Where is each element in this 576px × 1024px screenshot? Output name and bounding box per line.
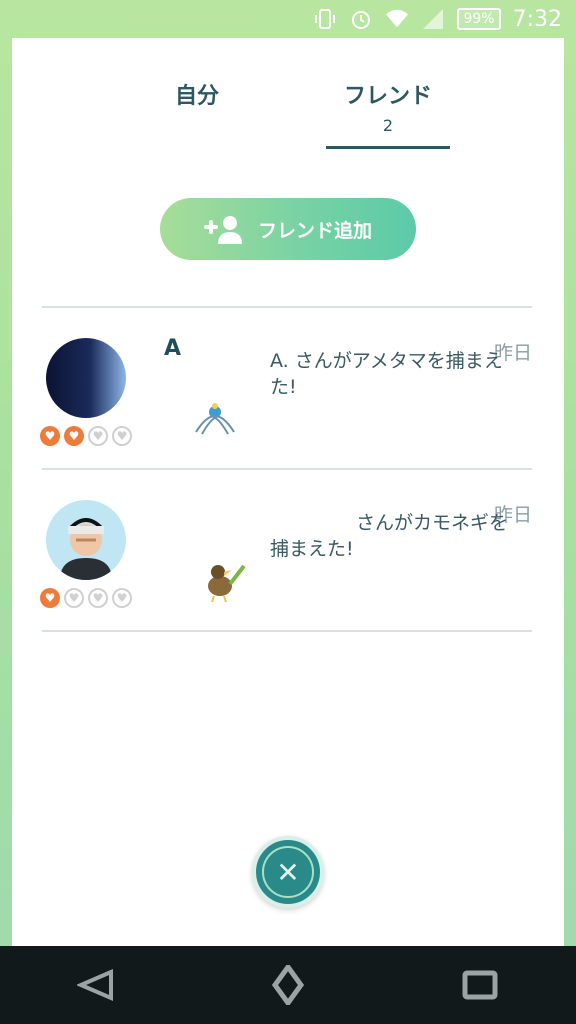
close-icon: ✕ bbox=[262, 846, 314, 898]
avatar bbox=[46, 338, 126, 418]
heart-empty-icon: ♥ bbox=[88, 426, 108, 446]
wifi-icon bbox=[385, 7, 409, 31]
friend-count: 2 bbox=[382, 116, 394, 135]
heart-empty-icon: ♥ bbox=[112, 426, 132, 446]
active-tab-indicator bbox=[326, 146, 450, 149]
add-friend-label: フレンド追加 bbox=[257, 219, 372, 242]
amemata-icon bbox=[195, 403, 235, 435]
add-friend-button[interactable]: フレンド追加 bbox=[160, 198, 416, 260]
android-nav-bar bbox=[0, 946, 576, 1024]
divider bbox=[42, 630, 532, 632]
avatar bbox=[46, 500, 126, 580]
friendship-hearts: ♥ ♥ ♥ ♥ bbox=[40, 426, 132, 446]
status-bar: 99% 7:32 bbox=[0, 0, 576, 38]
recents-icon[interactable] bbox=[459, 964, 501, 1006]
tab-self-label: 自分 bbox=[174, 84, 219, 109]
feed-message: さんがカモネギを捕まえた! bbox=[270, 512, 509, 560]
alarm-icon bbox=[349, 7, 373, 31]
friend-feed-item[interactable]: ♥ ♥ ♥ ♥ A 昨日 A. さんがアメタマを捕まえた! bbox=[12, 308, 564, 468]
home-icon[interactable] bbox=[267, 964, 309, 1006]
friend-feed-item[interactable]: ♥ ♥ ♥ ♥ 昨日 さんがカモネギを捕まえた! bbox=[12, 470, 564, 630]
clock: 7:32 bbox=[512, 6, 562, 32]
heart-full-icon: ♥ bbox=[40, 588, 60, 608]
close-button[interactable]: ✕ bbox=[252, 836, 324, 908]
tab-friends-label: フレンド bbox=[343, 84, 432, 109]
add-person-icon bbox=[203, 216, 242, 244]
battery-indicator: 99% bbox=[457, 8, 501, 30]
tab-friends[interactable]: フレンド 2 bbox=[326, 78, 450, 135]
back-icon[interactable] bbox=[75, 964, 117, 1006]
friendship-hearts: ♥ ♥ ♥ ♥ bbox=[40, 588, 132, 608]
farfetchd-icon bbox=[208, 564, 246, 602]
friend-name: A bbox=[164, 336, 182, 361]
signal-icon bbox=[421, 7, 445, 31]
vibrate-icon bbox=[313, 7, 337, 31]
feed-message: A. さんがアメタマを捕まえた! bbox=[270, 350, 503, 398]
friends-panel: 自分 フレンド 2 フレンド追加 ♥ ♥ ♥ ♥ A 昨日 A. さんがアメタマ… bbox=[12, 38, 564, 946]
heart-empty-icon: ♥ bbox=[64, 588, 84, 608]
tab-self[interactable]: 自分 bbox=[152, 78, 242, 110]
heart-full-icon: ♥ bbox=[64, 426, 84, 446]
heart-full-icon: ♥ bbox=[40, 426, 60, 446]
heart-empty-icon: ♥ bbox=[112, 588, 132, 608]
heart-empty-icon: ♥ bbox=[88, 588, 108, 608]
